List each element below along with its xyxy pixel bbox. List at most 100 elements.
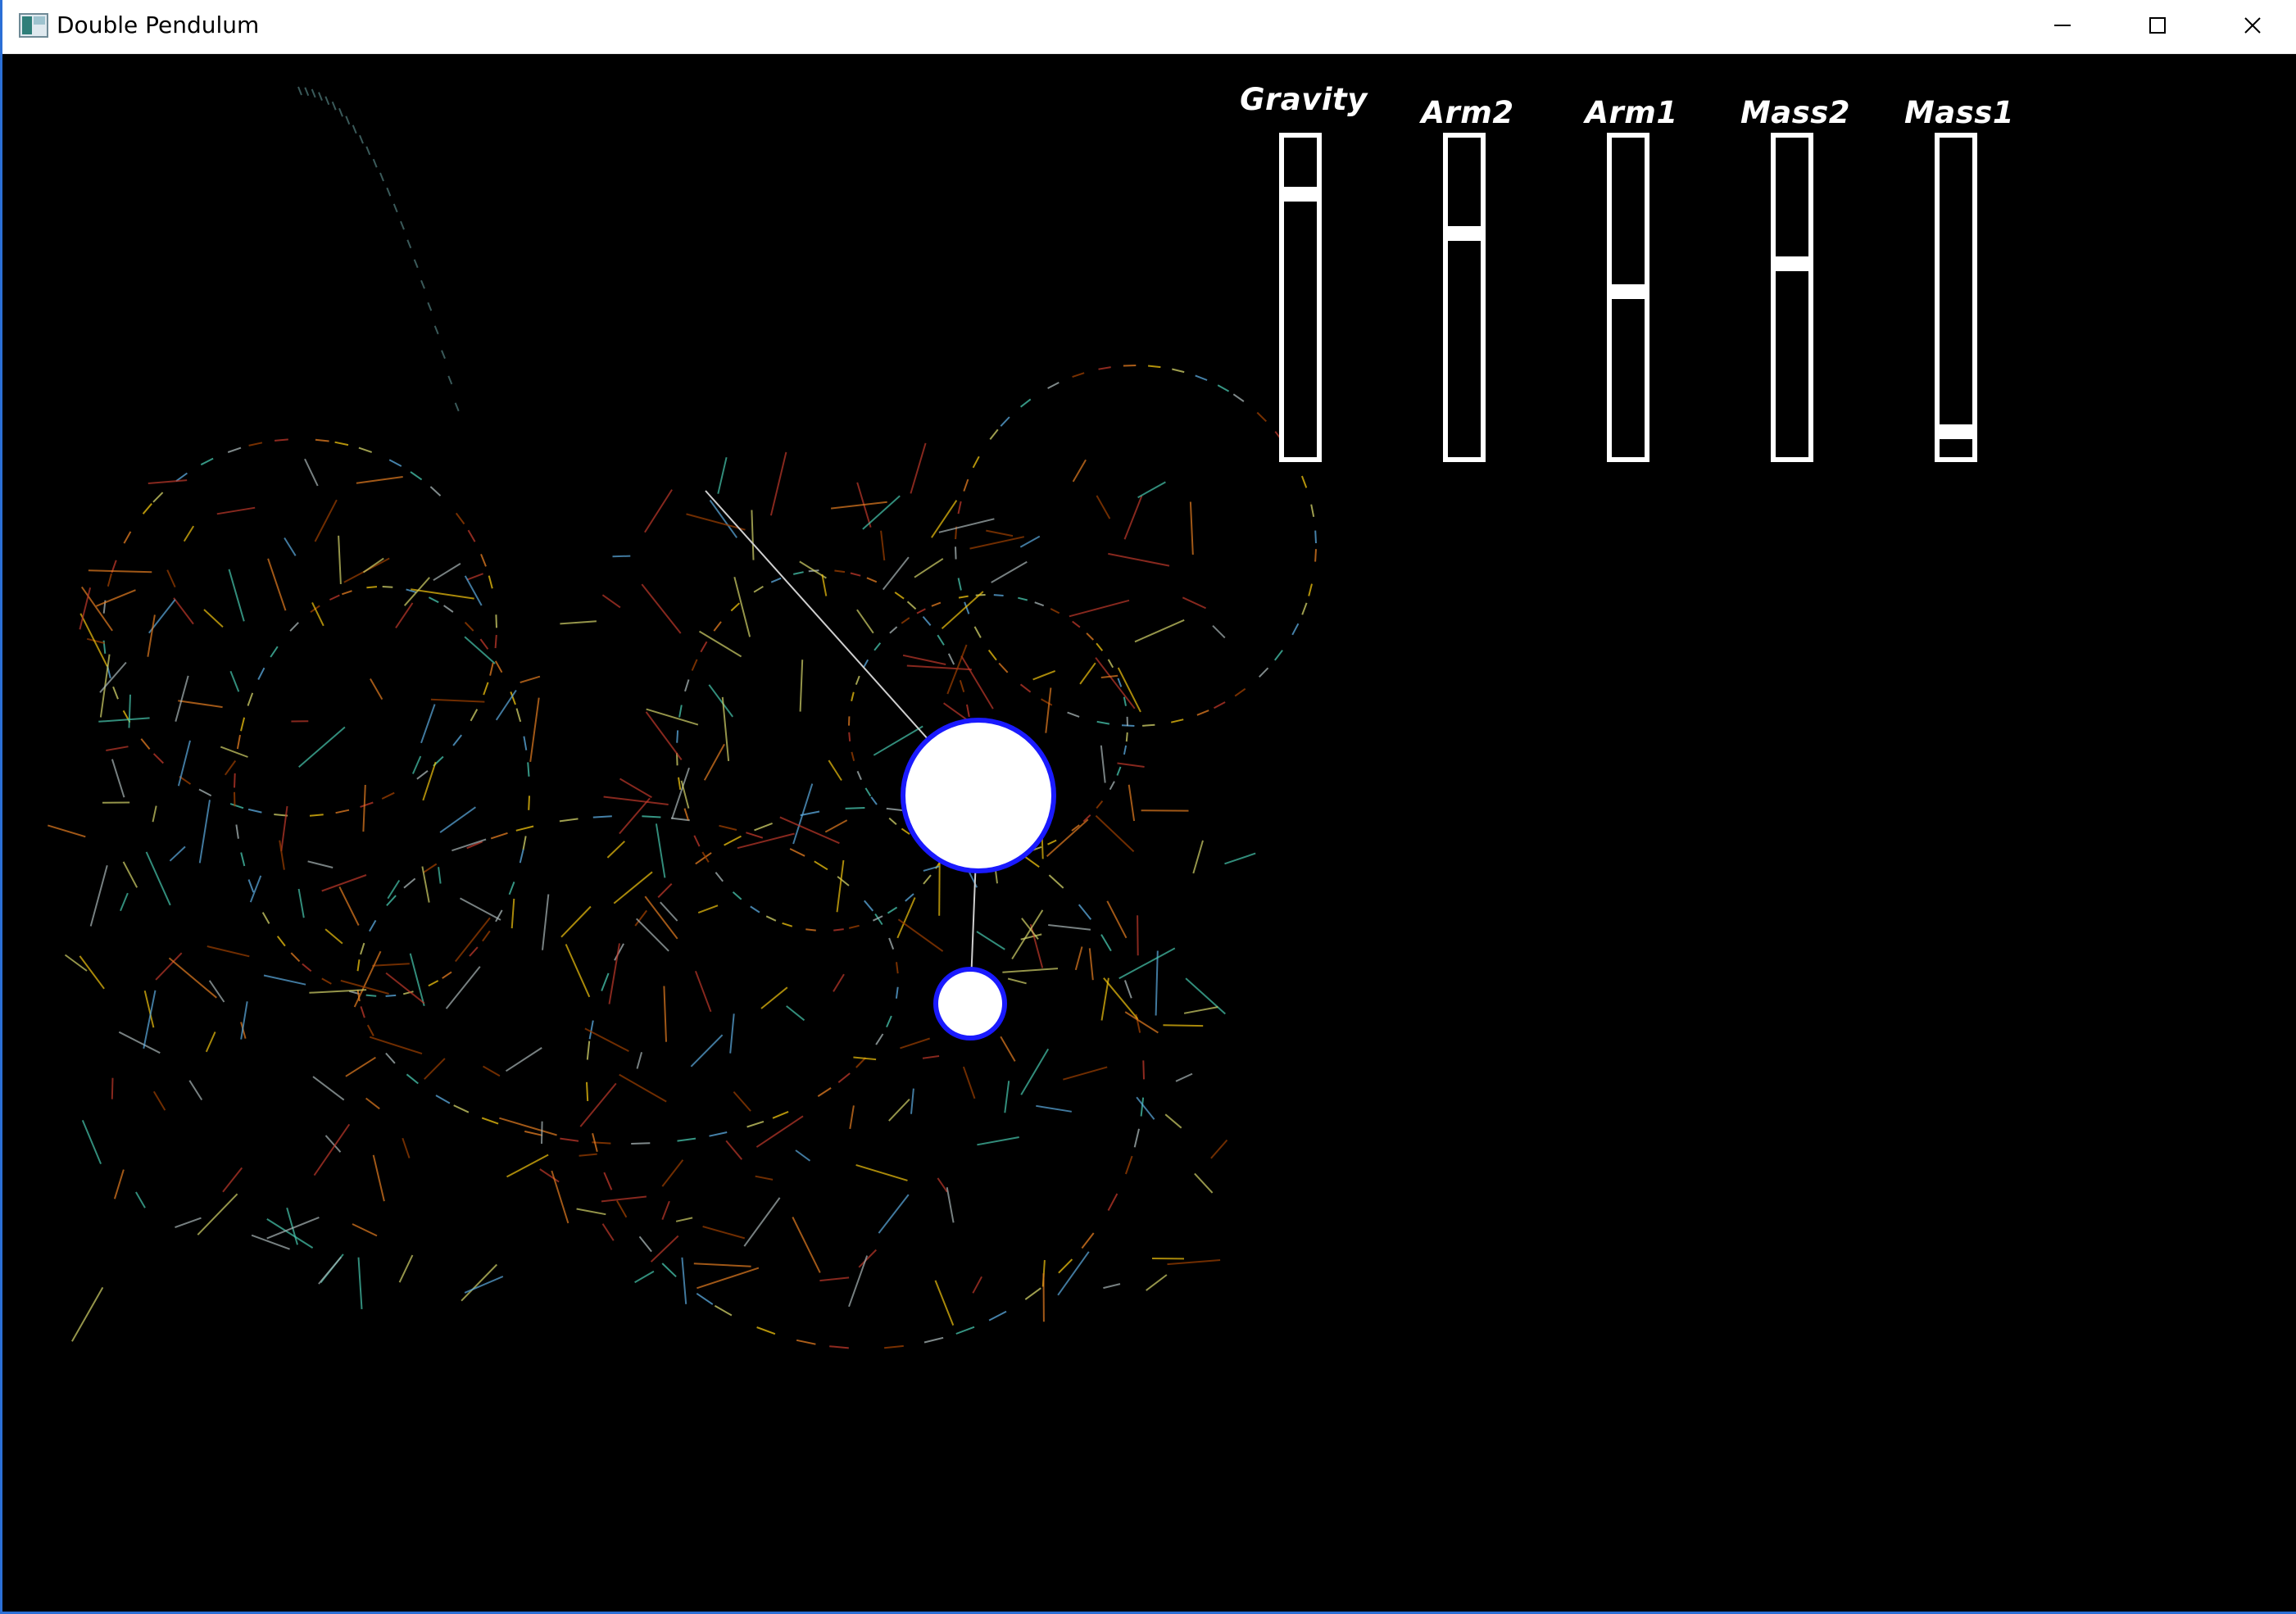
trail-segment	[1124, 1155, 1133, 1175]
trail-segment	[304, 87, 310, 97]
trail-segment	[864, 900, 874, 912]
trail-segment	[315, 438, 329, 442]
slider-thumb[interactable]	[1448, 226, 1481, 241]
trail-segment	[229, 670, 240, 692]
trail-segment	[1000, 416, 1010, 427]
trail-segment	[901, 617, 910, 624]
minimize-button[interactable]	[2015, 0, 2110, 51]
trail-segment	[1214, 701, 1226, 710]
trail-segment	[760, 986, 788, 1009]
trail-segment	[957, 501, 962, 515]
trail-segment	[1314, 549, 1317, 562]
trail-segment	[1134, 619, 1185, 643]
trail-segment	[257, 667, 265, 680]
trail-segment	[1167, 1259, 1221, 1266]
trail-segment	[89, 864, 108, 927]
trail-segment	[1217, 384, 1230, 392]
maximize-icon	[2149, 17, 2166, 34]
trail-segment	[403, 877, 416, 889]
trail-segment	[1301, 602, 1308, 615]
pendulum-bob-upper[interactable]	[901, 718, 1056, 873]
trail-segment	[495, 614, 497, 628]
trail-segment	[366, 1024, 374, 1036]
trail-segment	[765, 915, 777, 922]
trail-segment	[998, 662, 1009, 673]
trail-segment	[888, 817, 897, 826]
trail-segment	[661, 1263, 677, 1278]
trail-segment	[392, 203, 398, 213]
trail-segment	[851, 751, 855, 762]
trail-segment	[220, 746, 248, 758]
trail-segment	[234, 791, 236, 807]
trail-segment	[1100, 674, 1119, 678]
trail-segment	[236, 734, 241, 750]
trail-segment	[958, 595, 969, 599]
slider-track[interactable]	[1771, 133, 1813, 462]
trail-segment	[753, 585, 764, 593]
slider-thumb[interactable]	[1940, 424, 1972, 439]
trail-segment	[966, 704, 970, 718]
trail-segment	[743, 1197, 781, 1247]
trail-segment	[770, 577, 782, 583]
trail-segment	[508, 882, 515, 895]
trail-segment	[247, 879, 255, 893]
trail-segment	[1106, 900, 1128, 939]
maximize-button[interactable]	[2110, 0, 2205, 51]
trail-segment	[830, 501, 887, 510]
trail-segment	[645, 711, 683, 760]
slider-label: Arm1	[1585, 95, 1678, 130]
trail-segment	[263, 974, 306, 986]
trail-segment	[634, 1270, 655, 1284]
pendulum-bob-lower[interactable]	[933, 967, 1007, 1040]
trail-segment	[276, 936, 286, 947]
trail-segment	[729, 1013, 735, 1054]
slider-thumb[interactable]	[1776, 256, 1808, 271]
trail-segment	[424, 1058, 446, 1080]
trail-segment	[289, 622, 299, 632]
trail-segment	[1098, 366, 1111, 370]
simulation-canvas[interactable]: Gravity Arm2 Arm1 Mass2 Mass1	[5, 54, 2296, 1612]
trail-segment	[906, 601, 917, 610]
trail-segment	[560, 620, 597, 625]
trail-segment	[460, 897, 501, 921]
trail-segment	[938, 860, 941, 916]
trail-segment	[370, 678, 383, 700]
trail-segment	[123, 531, 132, 544]
trail-segment	[1004, 1081, 1010, 1113]
trail-segment	[955, 546, 957, 560]
trail-segment	[464, 636, 496, 664]
trail-segment	[527, 762, 530, 777]
trail-segment	[307, 860, 334, 868]
trail-segment	[229, 803, 244, 809]
trail-segment	[1117, 678, 1123, 687]
slider-thumb[interactable]	[1612, 284, 1645, 299]
trail-segment	[311, 601, 324, 627]
trail-segment	[435, 1095, 451, 1104]
slider-track[interactable]	[1443, 133, 1486, 462]
trail-segment	[183, 525, 195, 542]
trail-segment	[455, 917, 491, 963]
trail-segment	[849, 1105, 855, 1130]
trail-segment	[422, 761, 437, 801]
trail-segment	[106, 746, 129, 751]
trail-segment	[1308, 583, 1313, 596]
trail-segment	[122, 861, 138, 888]
close-button[interactable]	[2205, 0, 2296, 51]
trail-segment	[451, 838, 487, 852]
trail-segment	[519, 849, 524, 864]
trail-segment	[601, 1195, 647, 1203]
trail-segment	[464, 575, 483, 606]
slider-track[interactable]	[1279, 133, 1322, 462]
title-bar[interactable]: Double Pendulum	[2, 0, 2296, 54]
slider-thumb[interactable]	[1284, 187, 1317, 202]
trail-segment	[334, 441, 349, 447]
trail-segment	[856, 609, 874, 634]
trail-segment	[140, 738, 151, 750]
slider-track[interactable]	[1607, 133, 1649, 462]
trail-segment	[789, 848, 805, 857]
trail-segment	[737, 832, 795, 850]
slider-track[interactable]	[1935, 133, 1977, 462]
trail-segment	[641, 583, 682, 634]
trail-segment	[1100, 934, 1112, 952]
trail-segment	[1182, 596, 1207, 610]
